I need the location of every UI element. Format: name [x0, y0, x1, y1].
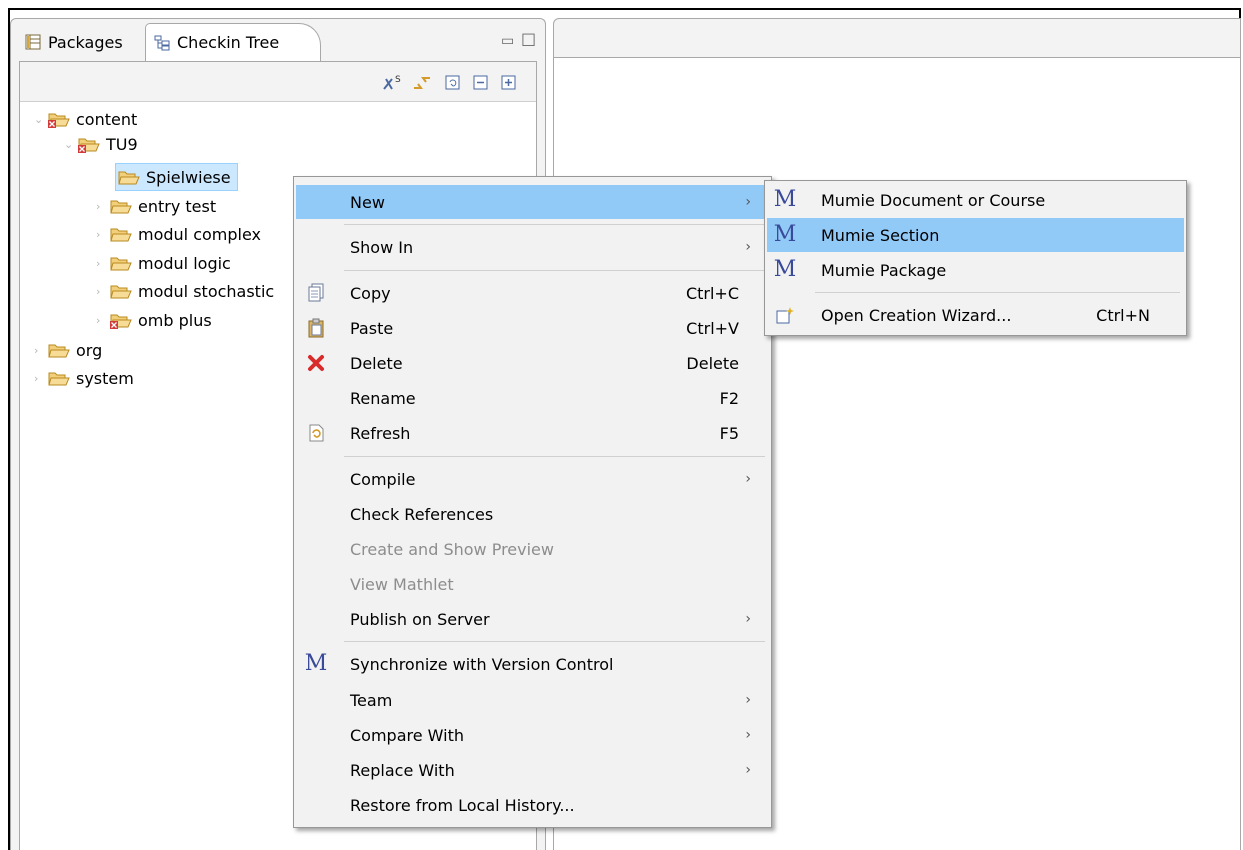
tab-strip: Packages Checkin Tree ▭ □ — [11, 19, 545, 61]
mumie-icon: M — [773, 222, 797, 247]
sync-icon[interactable]: S — [382, 74, 401, 92]
tree-item-label: Spielwiese — [146, 167, 231, 187]
tree-item-label: system — [76, 368, 134, 388]
menu-item-paste[interactable]: Paste Ctrl+V — [296, 311, 769, 345]
refresh-icon[interactable] — [444, 74, 462, 92]
tree-item-label: modul complex — [138, 224, 262, 244]
new-submenu: M Mumie Document or Course M Mumie Secti… — [764, 180, 1187, 336]
tree-item-modul-complex[interactable]: › modul complex — [96, 221, 261, 247]
folder-icon — [110, 198, 132, 214]
menu-item-create-and-show-preview[interactable]: Create and Show Preview — [296, 532, 769, 566]
menu-item-refresh[interactable]: Refresh F5 — [296, 416, 769, 450]
collapsed-chevron-icon[interactable]: › — [96, 285, 110, 298]
folder-icon — [48, 370, 70, 386]
expand-all-icon[interactable] — [500, 74, 518, 92]
tree-item-spielwiese[interactable]: Spielwiese — [115, 163, 238, 191]
submenu-arrow-icon: › — [745, 194, 751, 210]
tree-item-label: modul logic — [138, 253, 231, 273]
tree-item-modul-logic[interactable]: › modul logic — [96, 250, 231, 276]
collapsed-chevron-icon[interactable]: › — [34, 372, 48, 385]
menu-separator — [344, 641, 765, 642]
tab-packages-label: Packages — [48, 32, 123, 52]
submenu-item-mumie-section[interactable]: M Mumie Section — [767, 218, 1184, 252]
collapsed-chevron-icon[interactable]: › — [96, 257, 110, 270]
menu-item-replace-with[interactable]: Replace With › — [296, 753, 769, 787]
refresh-icon — [306, 423, 326, 443]
menu-item-team[interactable]: Team › — [296, 683, 769, 717]
menu-item-copy[interactable]: Copy Ctrl+C — [296, 276, 769, 310]
menu-item-view-mathlet[interactable]: View Mathlet — [296, 567, 769, 601]
tree-item-label: modul stochastic — [138, 281, 275, 301]
expanded-chevron-icon[interactable]: ⌄ — [34, 113, 48, 126]
menu-separator — [344, 456, 765, 457]
collapsed-chevron-icon[interactable]: › — [96, 314, 110, 327]
tree-item-system[interactable]: › system — [34, 365, 134, 391]
tree-item-label: org — [76, 340, 103, 360]
collapsed-chevron-icon[interactable]: › — [96, 200, 110, 213]
tree-item-label: entry test — [138, 196, 217, 216]
submenu-arrow-icon: › — [745, 762, 751, 778]
tree-item-label: content — [76, 109, 138, 129]
folder-icon — [110, 283, 132, 299]
tab-checkin-tree[interactable]: Checkin Tree — [145, 23, 321, 61]
tree-item-tu9[interactable]: ⌄ TU9 — [64, 131, 138, 157]
collapsed-chevron-icon[interactable]: › — [34, 344, 48, 357]
folder-error-icon — [110, 312, 132, 329]
menu-item-delete[interactable]: Delete Delete — [296, 346, 769, 380]
submenu-arrow-icon: › — [745, 471, 751, 487]
link-icon[interactable] — [412, 74, 430, 92]
folder-icon — [110, 226, 132, 242]
menu-item-rename[interactable]: Rename F2 — [296, 381, 769, 415]
collapsed-chevron-icon[interactable]: › — [96, 228, 110, 241]
tab-checkin-tree-label: Checkin Tree — [177, 33, 280, 52]
folder-icon — [110, 255, 132, 271]
wizard-icon — [775, 305, 795, 325]
tree-item-label: omb plus — [138, 310, 212, 330]
menu-item-check-references[interactable]: Check References — [296, 497, 769, 531]
menu-item-new[interactable]: New › — [296, 185, 769, 219]
tree-item-label: TU9 — [106, 134, 138, 154]
mumie-icon: M — [304, 651, 328, 676]
submenu-arrow-icon: › — [745, 692, 751, 708]
checkin-tree-icon — [154, 35, 170, 51]
delete-icon — [306, 353, 326, 373]
folder-error-icon — [48, 111, 70, 128]
paste-icon — [306, 318, 326, 338]
folder-error-icon — [78, 136, 100, 153]
tree-item-entry-test[interactable]: › entry test — [96, 193, 216, 219]
menu-item-compile[interactable]: Compile › — [296, 462, 769, 496]
packages-icon — [25, 34, 41, 50]
folder-icon — [48, 342, 70, 358]
folder-icon — [118, 169, 140, 185]
submenu-item-mumie-document-or-course[interactable]: M Mumie Document or Course — [767, 183, 1184, 217]
submenu-item-mumie-package[interactable]: M Mumie Package — [767, 253, 1184, 287]
copy-icon — [306, 283, 326, 303]
menu-separator — [815, 292, 1180, 293]
svg-text:S: S — [395, 75, 401, 85]
menu-item-publish-on-server[interactable]: Publish on Server › — [296, 602, 769, 636]
minimize-icon[interactable]: ▭ — [501, 33, 514, 49]
context-menu: New › Show In › Copy Ctrl+C Paste Ctrl+V… — [293, 176, 772, 828]
submenu-arrow-icon: › — [745, 727, 751, 743]
submenu-arrow-icon: › — [745, 611, 751, 627]
menu-item-compare-with[interactable]: Compare With › — [296, 718, 769, 752]
menu-separator — [344, 224, 765, 225]
menu-item-synchronize[interactable]: M Synchronize with Version Control — [296, 647, 769, 681]
submenu-arrow-icon: › — [745, 239, 751, 255]
mumie-icon: M — [773, 257, 797, 282]
menu-item-restore-from-local-history[interactable]: Restore from Local History... — [296, 788, 769, 822]
menu-separator — [344, 270, 765, 271]
mumie-icon: M — [773, 187, 797, 212]
view-toolbar: S — [20, 62, 536, 102]
tree-item-org[interactable]: › org — [34, 337, 102, 363]
tab-packages[interactable]: Packages — [17, 23, 147, 61]
menu-item-show-in[interactable]: Show In › — [296, 230, 769, 264]
collapse-all-icon[interactable] — [472, 74, 490, 92]
tree-item-content[interactable]: ⌄ content — [34, 106, 137, 132]
tree-item-omb-plus[interactable]: › omb plus — [96, 307, 212, 333]
submenu-item-open-creation-wizard[interactable]: Open Creation Wizard... Ctrl+N — [767, 298, 1184, 332]
expanded-chevron-icon[interactable]: ⌄ — [64, 138, 78, 151]
tree-item-modul-stochastic[interactable]: › modul stochastic — [96, 278, 294, 304]
maximize-icon[interactable]: □ — [521, 29, 536, 48]
